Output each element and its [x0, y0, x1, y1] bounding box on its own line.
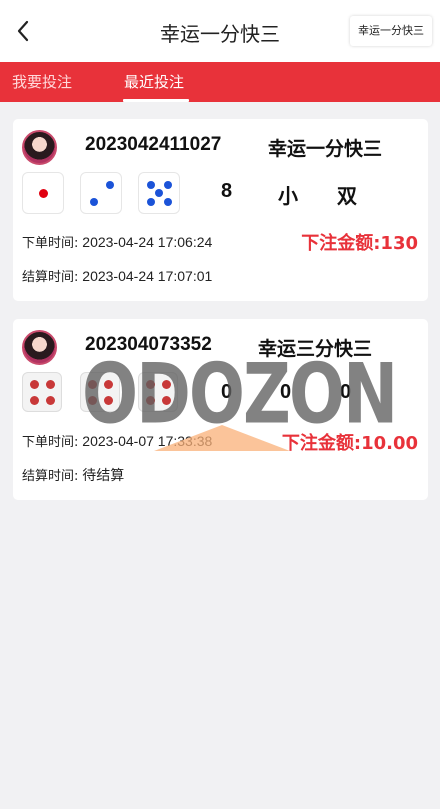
- dice-face-icon: [22, 372, 62, 412]
- result-sum: 8: [221, 180, 233, 202]
- avatar: [22, 130, 57, 165]
- dice-face-icon: [80, 172, 122, 214]
- order-time-label: 下单时间:: [22, 236, 79, 251]
- result-parity: 双: [337, 186, 357, 208]
- bet-amount: 130: [380, 233, 418, 254]
- bet-amount: 10.00: [361, 433, 418, 454]
- result-size: 小: [278, 186, 298, 208]
- top-header: 幸运一分快三 幸运一分快三: [0, 0, 440, 62]
- settle-time: 2023-04-24 17:07:01: [82, 268, 213, 284]
- settle-time-label: 结算时间:: [22, 270, 79, 285]
- tab-recent-bets[interactable]: 最近投注: [124, 62, 184, 102]
- result-sum: 0: [221, 381, 233, 403]
- bet-amount-row: 下注金额:10.00: [282, 429, 418, 455]
- dice-face-icon: [80, 372, 120, 412]
- game-switch-button[interactable]: 幸运一分快三: [350, 16, 432, 46]
- result-size: 0: [280, 381, 292, 403]
- order-time: 2023-04-24 17:06:24: [82, 234, 213, 250]
- order-number: 2023042411027: [85, 134, 222, 155]
- dice-face-icon: [138, 172, 180, 214]
- bet-amount-label: 下注金额:: [281, 433, 362, 454]
- settle-time-row: 结算时间: 2023-04-24 17:07:01: [22, 266, 212, 285]
- avatar: [22, 330, 57, 365]
- dice-face-icon: [138, 372, 178, 412]
- dice-face-icon: [22, 172, 64, 214]
- order-number: 202304073352: [85, 334, 212, 355]
- game-name: 幸运三分快三: [258, 338, 373, 360]
- bet-card[interactable]: 202304073352 幸运三分快三 0 0 0 下单时间: 2023-04-…: [13, 319, 428, 500]
- bet-card[interactable]: 2023042411027 幸运一分快三 8 小 双 下单时间: 2023-04…: [13, 119, 428, 301]
- settle-time-row: 结算时间: 待结算: [22, 465, 124, 485]
- active-tab-indicator: [123, 99, 189, 102]
- order-time-row: 下单时间: 2023-04-24 17:06:24: [22, 232, 212, 251]
- bet-amount-label: 下注金额:: [301, 233, 381, 254]
- tab-place-bet[interactable]: 我要投注: [12, 62, 72, 102]
- settle-time-label: 结算时间:: [22, 469, 79, 484]
- result-parity: 0: [340, 381, 352, 403]
- order-time-label: 下单时间:: [22, 435, 79, 450]
- settle-time: 待结算: [82, 467, 125, 483]
- tab-bar: 我要投注 最近投注: [0, 62, 440, 102]
- order-time-row: 下单时间: 2023-04-07 17:33:38: [22, 431, 212, 450]
- bet-amount-row: 下注金额:130: [301, 229, 418, 255]
- game-name: 幸运一分快三: [268, 138, 383, 160]
- order-time: 2023-04-07 17:33:38: [82, 433, 213, 449]
